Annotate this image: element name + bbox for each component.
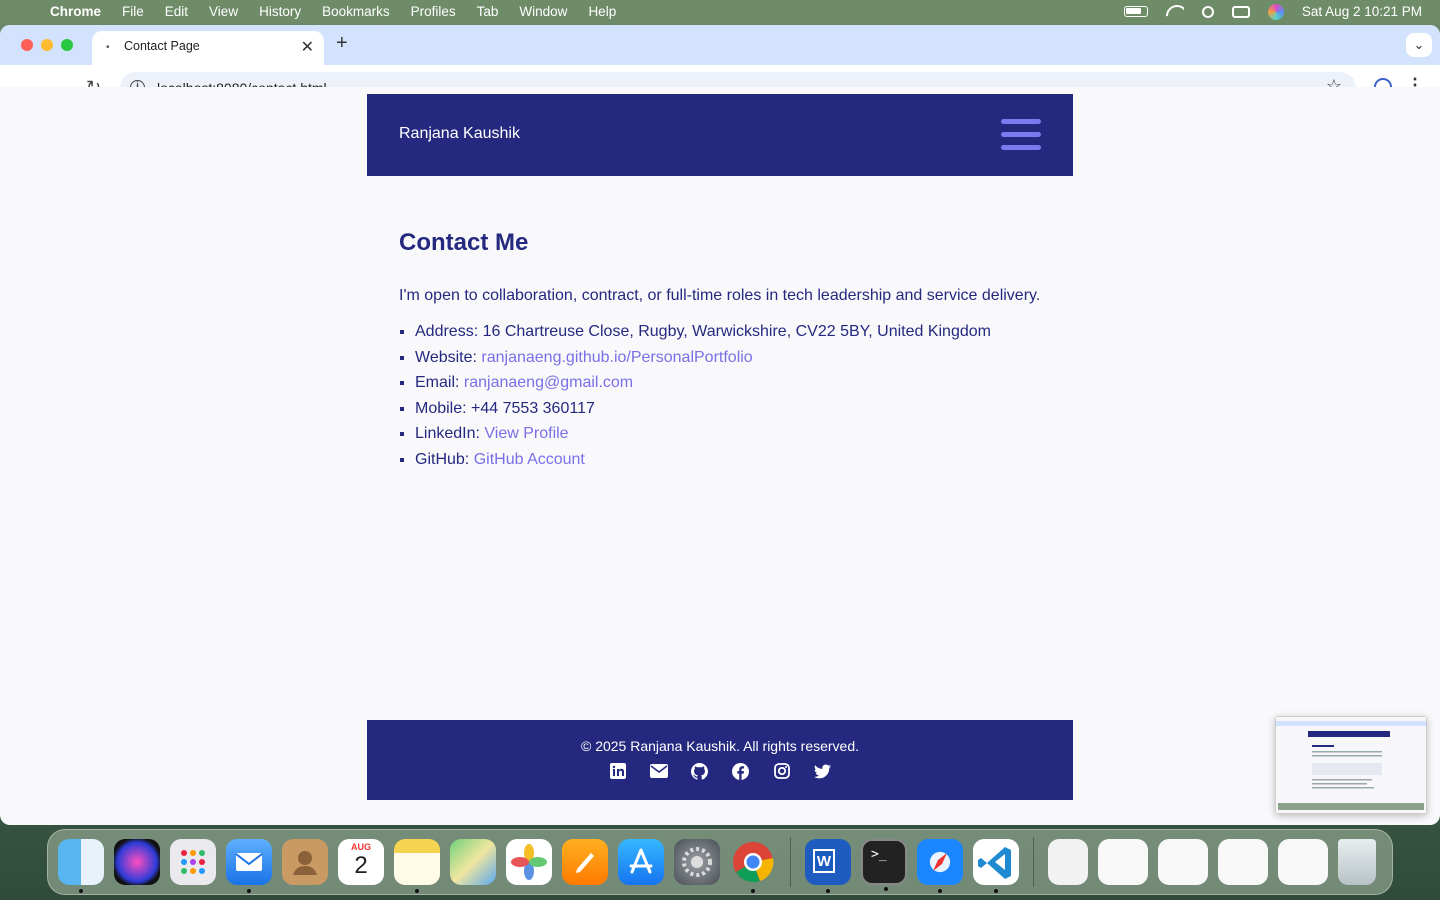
twitter-icon[interactable] [814, 762, 832, 780]
pages-icon[interactable] [562, 839, 608, 885]
launchpad-icon[interactable] [170, 839, 216, 885]
word-icon[interactable]: W [805, 839, 851, 893]
minimized-window-1[interactable] [1098, 839, 1148, 885]
finder-icon[interactable] [58, 839, 104, 893]
macos-menubar: Chrome File Edit View History Bookmarks … [0, 0, 1440, 23]
battery-icon[interactable] [1123, 6, 1148, 17]
site-brand[interactable]: Ranjana Kaushik [399, 125, 520, 143]
terminal-icon[interactable]: >_ [861, 839, 907, 891]
site-footer: © 2025 Ranjana Kaushik. All rights reser… [367, 720, 1073, 800]
spotlight-search-icon[interactable] [1201, 5, 1214, 18]
menu-bookmarks[interactable]: Bookmarks [322, 4, 390, 19]
linkedin-link[interactable]: View Profile [484, 425, 568, 442]
safari-icon[interactable] [917, 839, 963, 893]
menu-view[interactable]: View [209, 4, 238, 19]
calendar-day: 2 [354, 852, 368, 879]
contact-github: GitHub: GitHub Account [415, 447, 1059, 473]
minimized-window-4[interactable] [1278, 839, 1328, 885]
contact-address: Address: 16 Chartreuse Close, Rugby, War… [415, 319, 1059, 345]
siri-app-icon[interactable] [114, 839, 160, 885]
macos-dock: AUG 2 W >_ [47, 829, 1393, 895]
github-link[interactable]: GitHub Account [474, 451, 585, 468]
document-stack-icon[interactable] [1048, 839, 1088, 885]
screenshot-thumbnail[interactable] [1275, 716, 1427, 814]
dock-separator [790, 837, 791, 887]
menu-window[interactable]: Window [519, 4, 567, 19]
siri-icon[interactable] [1267, 3, 1284, 20]
calendar-icon[interactable]: AUG 2 [338, 839, 384, 885]
menu-app-name[interactable]: Chrome [50, 4, 101, 19]
email-link[interactable]: ranjanaeng@gmail.com [464, 374, 633, 391]
hamburger-menu-icon[interactable] [1001, 119, 1041, 151]
close-tab-icon[interactable]: ✕ [301, 37, 314, 57]
page-viewport: Ranjana Kaushik Contact Me I'm open to c… [0, 87, 1440, 800]
mail-icon[interactable] [226, 839, 272, 893]
menubar-clock[interactable]: Sat Aug 2 10:21 PM [1302, 4, 1422, 19]
contacts-icon[interactable] [282, 839, 328, 885]
close-window-button[interactable] [21, 39, 33, 51]
contact-website: Website: ranjanaeng.github.io/PersonalPo… [415, 345, 1059, 371]
envelope-icon[interactable] [649, 762, 668, 780]
control-center-icon[interactable] [1231, 5, 1250, 18]
social-icons [367, 762, 1073, 780]
menu-history[interactable]: History [259, 4, 301, 19]
contact-email: Email: ranjanaeng@gmail.com [415, 370, 1059, 396]
contact-list: Address: 16 Chartreuse Close, Rugby, War… [399, 319, 1059, 473]
contact-mobile: Mobile: +44 7553 360117 [415, 396, 1059, 422]
wifi-icon[interactable] [1166, 5, 1184, 18]
tab-favicon-icon: • [106, 42, 110, 53]
tab-strip: • Contact Page ✕ + ⌄ [0, 25, 1440, 65]
page-title: Contact Me [399, 229, 529, 256]
calendar-month: AUG [351, 842, 371, 852]
photos-icon[interactable] [506, 839, 552, 885]
menu-edit[interactable]: Edit [165, 4, 188, 19]
contact-section: Contact Me I'm open to collaboration, co… [399, 229, 1059, 473]
vscode-icon[interactable] [973, 839, 1019, 893]
github-icon[interactable] [691, 762, 709, 780]
minimize-window-button[interactable] [41, 39, 53, 51]
minimized-window-2[interactable] [1158, 839, 1208, 885]
website-link[interactable]: ranjanaeng.github.io/PersonalPortfolio [481, 349, 752, 366]
tab-title: Contact Page [124, 39, 200, 53]
notes-icon[interactable] [394, 839, 440, 893]
trash-icon[interactable] [1338, 839, 1376, 885]
facebook-icon[interactable] [732, 762, 750, 780]
dock-separator-2 [1033, 837, 1034, 887]
minimized-window-3[interactable] [1218, 839, 1268, 885]
intro-text: I'm open to collaboration, contract, or … [399, 287, 1041, 304]
chrome-icon[interactable] [730, 839, 776, 893]
linkedin-icon[interactable] [609, 762, 627, 780]
thumbnail-preview-image [1276, 717, 1426, 813]
zoom-window-button[interactable] [61, 39, 73, 51]
instagram-icon[interactable] [773, 762, 791, 780]
app-store-icon[interactable] [618, 839, 664, 885]
contact-linkedin: LinkedIn: View Profile [415, 421, 1059, 447]
site-header: Ranjana Kaushik [367, 94, 1073, 176]
tab-search-icon[interactable]: ⌄ [1406, 33, 1432, 57]
menu-file[interactable]: File [122, 4, 144, 19]
new-tab-icon[interactable]: + [336, 32, 348, 55]
tab-contact-page[interactable]: • Contact Page ✕ [92, 31, 324, 65]
maps-icon[interactable] [450, 839, 496, 885]
copyright-text: © 2025 Ranjana Kaushik. All rights reser… [580, 738, 860, 754]
menu-profiles[interactable]: Profiles [411, 4, 456, 19]
menu-help[interactable]: Help [588, 4, 616, 19]
menu-tab[interactable]: Tab [477, 4, 499, 19]
system-settings-icon[interactable] [674, 839, 720, 885]
